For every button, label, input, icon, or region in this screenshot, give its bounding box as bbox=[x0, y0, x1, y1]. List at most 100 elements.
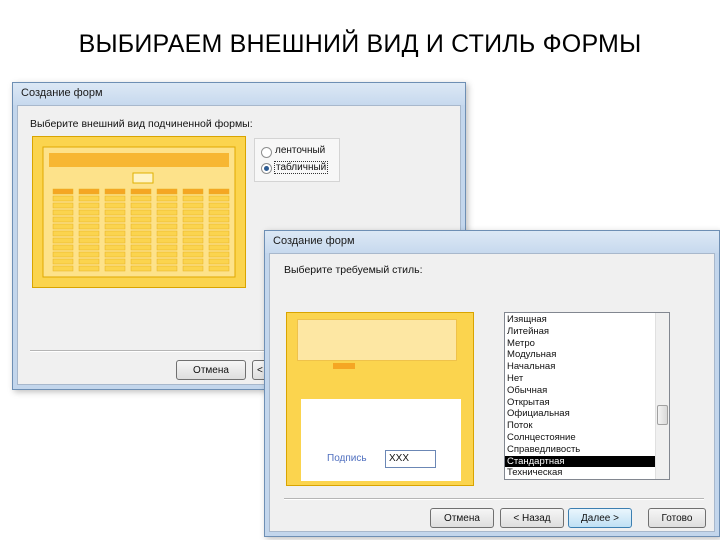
table-cell-icon bbox=[208, 209, 230, 216]
table-cell-icon bbox=[130, 202, 152, 209]
table-cell-icon bbox=[78, 223, 100, 230]
table-cell-icon bbox=[130, 258, 152, 265]
radio-button-icon[interactable] bbox=[261, 163, 272, 174]
table-cell-icon bbox=[130, 244, 152, 251]
prompt-label: Выберите требуемый стиль: bbox=[284, 264, 423, 276]
table-cell-icon bbox=[182, 195, 204, 202]
table-cell-icon bbox=[182, 237, 204, 244]
table-cell-icon bbox=[130, 209, 152, 216]
table-cell-icon bbox=[130, 188, 152, 195]
table-cell-icon bbox=[208, 237, 230, 244]
preview-caption-value: XXX bbox=[385, 450, 436, 468]
table-cell-icon bbox=[156, 251, 178, 258]
list-item[interactable]: Поток bbox=[505, 420, 655, 432]
preview-white-area bbox=[301, 399, 461, 481]
table-cell-icon bbox=[78, 188, 100, 195]
list-item[interactable]: Модульная bbox=[505, 349, 655, 361]
list-item[interactable]: Официальная bbox=[505, 408, 655, 420]
list-item[interactable]: Обычная bbox=[505, 385, 655, 397]
table-cell-icon bbox=[52, 244, 74, 251]
option-columnar-label[interactable]: ленточный bbox=[275, 145, 325, 156]
table-cell-icon bbox=[156, 237, 178, 244]
list-item[interactable]: Нет bbox=[505, 373, 655, 385]
table-cell-icon bbox=[52, 230, 74, 237]
vertical-scrollbar[interactable] bbox=[655, 313, 669, 479]
separator bbox=[30, 350, 270, 352]
list-item[interactable]: Стандартная bbox=[505, 455, 655, 468]
table-cell-icon bbox=[182, 188, 204, 195]
table-cell-icon bbox=[156, 223, 178, 230]
tabular-layout-preview-icon bbox=[42, 146, 236, 278]
titlebar[interactable]: Создание форм bbox=[13, 83, 465, 105]
list-item[interactable]: Техническая bbox=[505, 467, 655, 479]
table-cell-icon bbox=[182, 258, 204, 265]
titlebar[interactable]: Создание форм bbox=[265, 231, 719, 253]
table-cell-icon bbox=[104, 251, 126, 258]
list-item[interactable]: Изящная bbox=[505, 314, 655, 326]
window-title: Создание форм bbox=[273, 235, 355, 247]
style-list: Изящная Литейная Метро Модульная Начальная Не… bbox=[505, 314, 655, 479]
table-cell-icon bbox=[104, 216, 126, 223]
table-cell-icon bbox=[208, 223, 230, 230]
table-cell-icon bbox=[104, 265, 126, 272]
table-cell-icon bbox=[52, 202, 74, 209]
table-cell-icon bbox=[104, 244, 126, 251]
scrollbar-thumb-icon[interactable] bbox=[657, 405, 668, 425]
table-cell-icon bbox=[182, 223, 204, 230]
table-cell-icon bbox=[182, 216, 204, 223]
table-cell-icon bbox=[52, 188, 74, 195]
cancel-button[interactable]: Отмена bbox=[430, 508, 494, 528]
table-cell-icon bbox=[208, 258, 230, 265]
next-button[interactable]: Далее > bbox=[568, 508, 632, 528]
table-cell-icon bbox=[182, 244, 204, 251]
table-cell-icon bbox=[104, 195, 126, 202]
table-cell-icon bbox=[78, 216, 100, 223]
finish-button[interactable]: Готово bbox=[648, 508, 706, 528]
list-item[interactable]: Справедливость bbox=[505, 444, 655, 456]
table-cell-icon bbox=[52, 258, 74, 265]
list-item[interactable]: Открытая bbox=[505, 397, 655, 409]
table-cell-icon bbox=[78, 202, 100, 209]
preview-caption-label: Подпись bbox=[327, 453, 367, 464]
table-cell-icon bbox=[156, 195, 178, 202]
option-tabular-label[interactable]: табличный bbox=[274, 161, 329, 174]
list-item[interactable]: Начальная bbox=[505, 361, 655, 373]
table-cell-icon bbox=[208, 202, 230, 209]
table-cell-icon bbox=[130, 195, 152, 202]
slide-title: ВЫБИРАЕМ ВНЕШНИЙ ВИД И СТИЛЬ ФОРМЫ bbox=[78, 30, 642, 58]
table-cell-icon bbox=[78, 251, 100, 258]
radio-button-icon[interactable] bbox=[261, 147, 272, 158]
table-cell-icon bbox=[182, 202, 204, 209]
style-preview: Подпись XXX bbox=[286, 312, 474, 486]
list-item[interactable]: Литейная bbox=[505, 326, 655, 338]
list-item[interactable]: Солнцестояние bbox=[505, 432, 655, 444]
table-cell-icon bbox=[156, 216, 178, 223]
table-cell-icon bbox=[78, 195, 100, 202]
table-cell-icon bbox=[208, 251, 230, 258]
table-cell-icon bbox=[156, 265, 178, 272]
table-cell-icon bbox=[78, 237, 100, 244]
table-cell-icon bbox=[104, 237, 126, 244]
separator bbox=[284, 498, 704, 500]
table-cell-icon bbox=[52, 251, 74, 258]
prompt-label: Выберите внешний вид подчиненной формы: bbox=[30, 118, 253, 130]
table-cell-icon bbox=[208, 265, 230, 272]
list-item[interactable]: Метро bbox=[505, 338, 655, 350]
table-cell-icon bbox=[104, 223, 126, 230]
table-cell-icon bbox=[52, 195, 74, 202]
cancel-button[interactable]: Отмена bbox=[176, 360, 246, 380]
layout-preview bbox=[32, 136, 246, 288]
style-listbox[interactable]: Изящная Литейная Метро Модульная Начальная Не… bbox=[504, 312, 670, 480]
preview-field-1 bbox=[333, 363, 355, 369]
table-cell-icon bbox=[78, 244, 100, 251]
table-cell-icon bbox=[104, 209, 126, 216]
table-cell-icon bbox=[156, 258, 178, 265]
form-wizard-style-dialog: Создание форм Выберите требуемый стиль: … bbox=[264, 230, 720, 537]
back-button[interactable]: < Назад bbox=[500, 508, 564, 528]
table-cell-icon bbox=[182, 209, 204, 216]
table-cell-icon bbox=[52, 265, 74, 272]
window-title: Создание форм bbox=[21, 87, 103, 99]
table-cell-icon bbox=[52, 216, 74, 223]
table-cell-icon bbox=[156, 209, 178, 216]
table-cell-icon bbox=[130, 265, 152, 272]
